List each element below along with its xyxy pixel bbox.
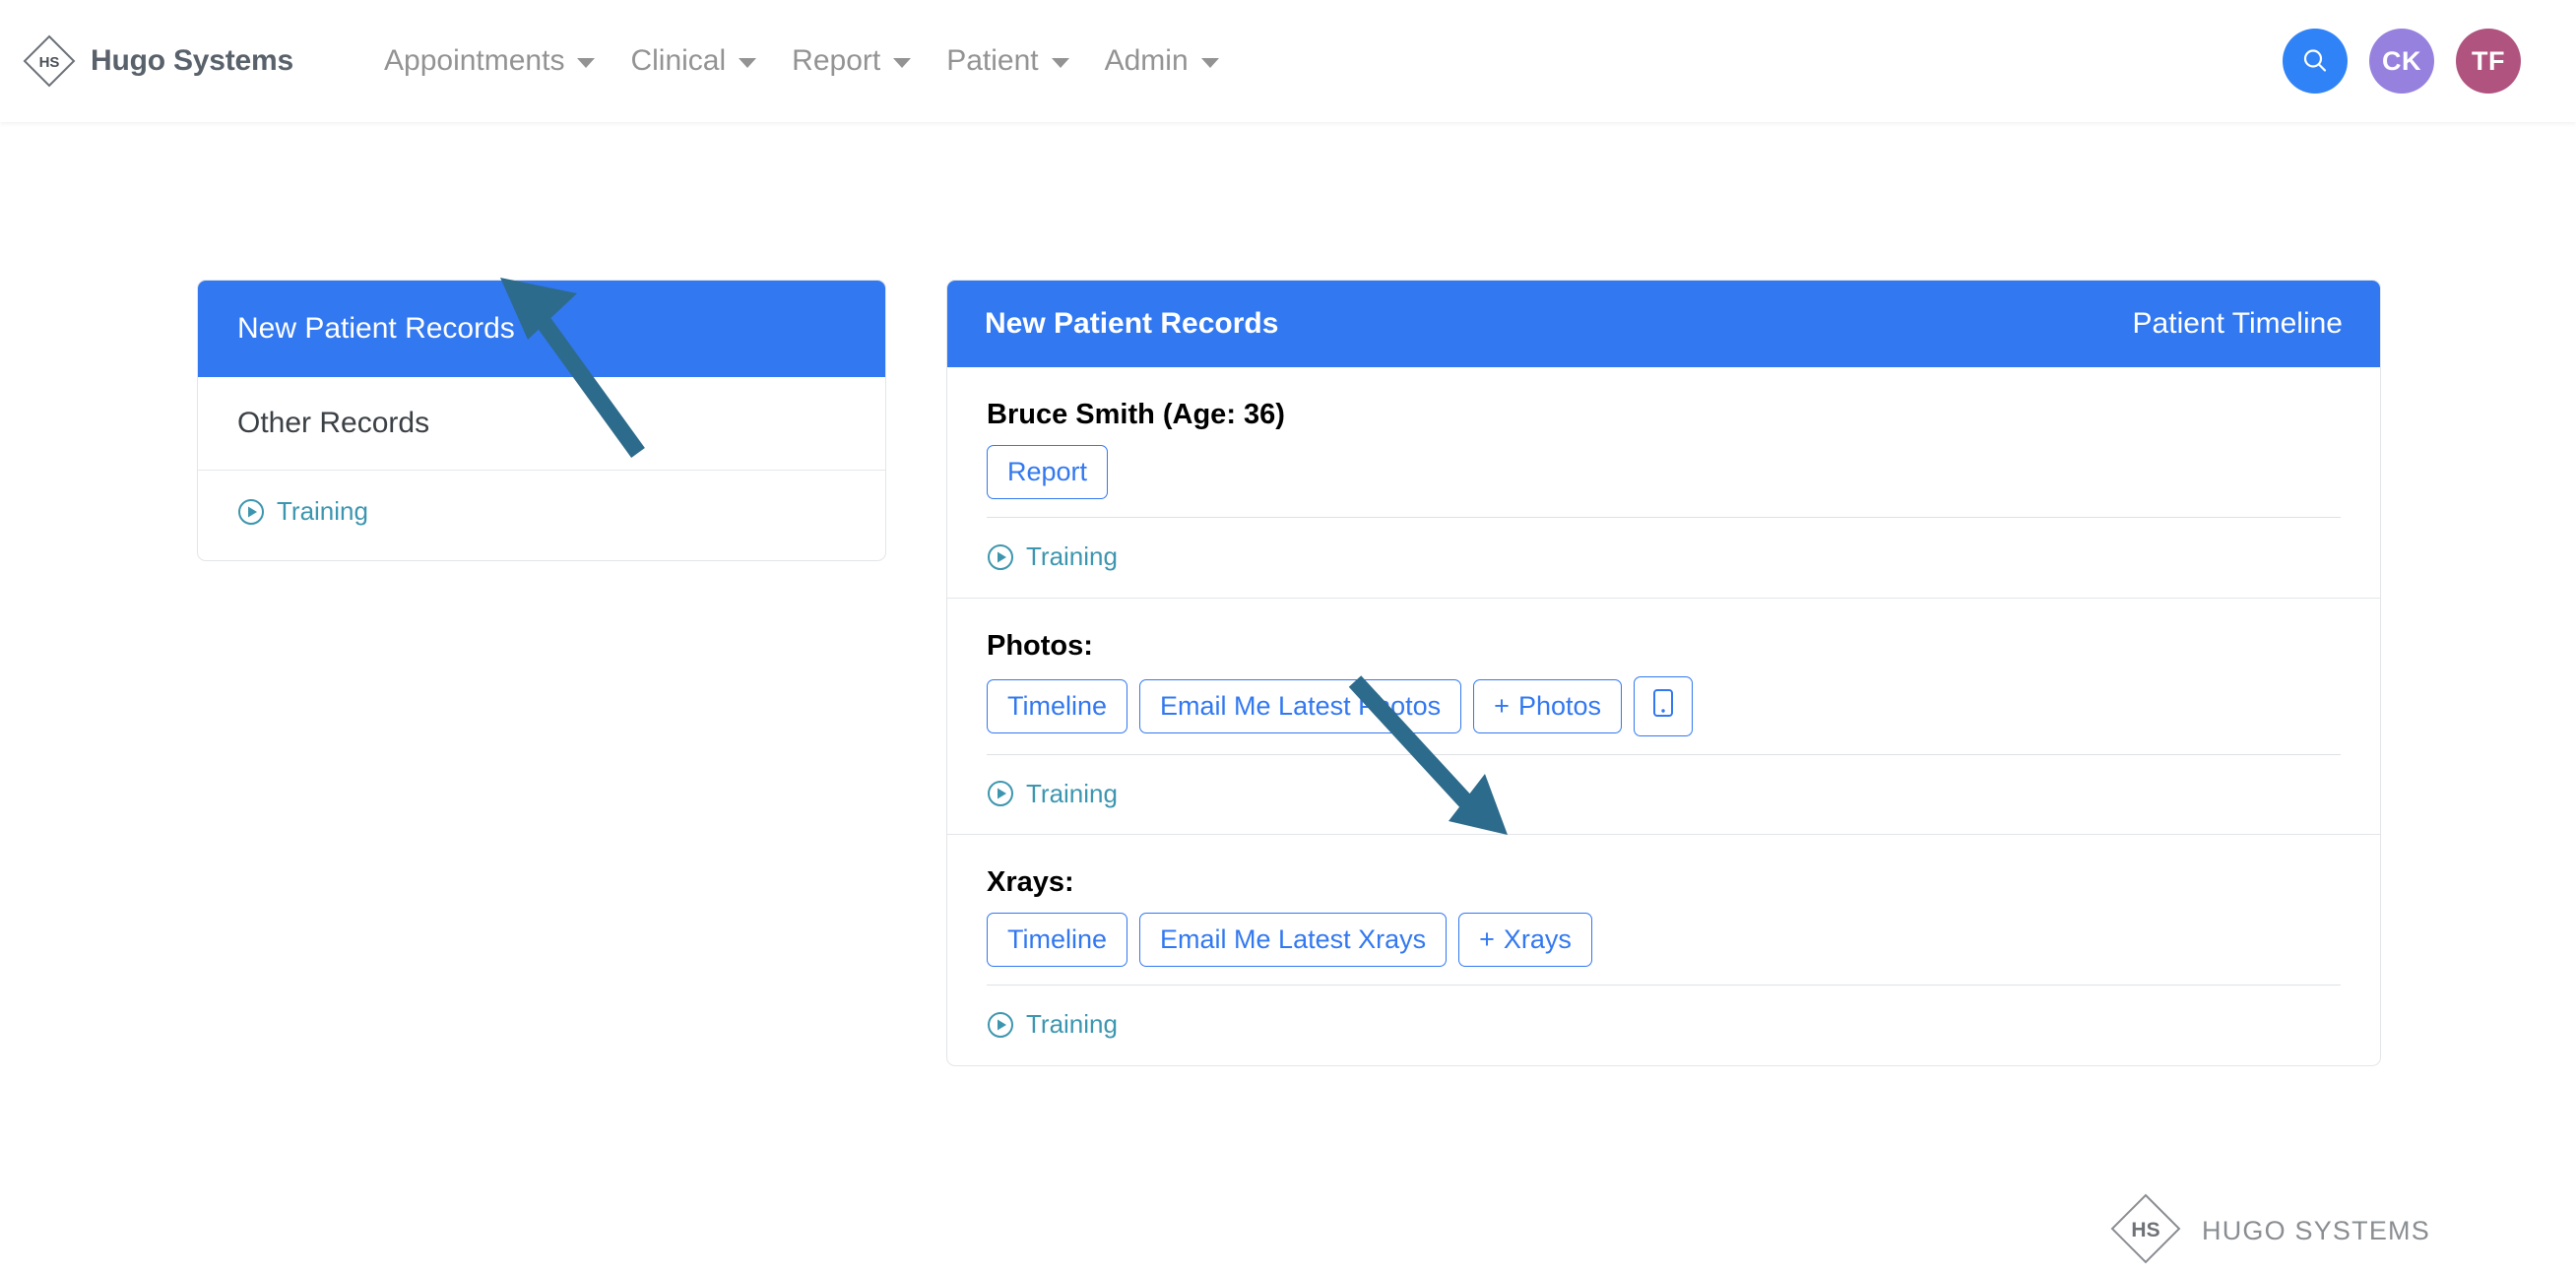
top-navbar: HS Hugo Systems Appointments Clinical Re… (0, 0, 2576, 122)
footer-logo-name: HUGO SYSTEMS (2202, 1216, 2430, 1246)
play-circle-icon (987, 543, 1014, 571)
navbar-right-actions: CK TF (2283, 29, 2546, 94)
report-button[interactable]: Report (987, 445, 1108, 499)
mobile-upload-photos-button[interactable] (1634, 676, 1693, 736)
nav-item-report[interactable]: Report (774, 34, 929, 88)
training-label: Training (1026, 541, 1118, 572)
play-circle-icon (987, 780, 1014, 807)
xrays-actions: Timeline Email Me Latest Xrays + Xrays (987, 913, 2341, 986)
sidebar-item-other-records[interactable]: Other Records (198, 377, 885, 470)
panel-header: New Patient Records Patient Timeline (947, 281, 2380, 367)
patient-timeline-link[interactable]: Patient Timeline (2133, 307, 2343, 341)
nav-item-admin[interactable]: Admin (1087, 34, 1237, 88)
chevron-down-icon (1201, 58, 1219, 68)
plus-icon: + (1494, 691, 1510, 721)
panel-title: New Patient Records (985, 307, 1278, 341)
search-icon (2299, 45, 2331, 77)
nav-item-patient[interactable]: Patient (929, 34, 1086, 88)
training-label: Training (277, 496, 368, 527)
email-me-latest-xrays-button[interactable]: Email Me Latest Xrays (1139, 913, 1447, 967)
sidebar-training-row: Training (198, 471, 885, 560)
records-nav-card-title: New Patient Records (237, 312, 515, 346)
svg-text:HS: HS (2131, 1219, 2159, 1241)
add-photos-label: Photos (1518, 691, 1601, 721)
nav-item-appointments[interactable]: Appointments (366, 34, 612, 88)
photos-timeline-button[interactable]: Timeline (987, 679, 1127, 733)
chevron-down-icon (1052, 58, 1069, 68)
training-label: Training (1026, 779, 1118, 809)
nav-item-label: Admin (1105, 44, 1189, 78)
chevron-down-icon (893, 58, 911, 68)
mobile-phone-icon (1651, 688, 1675, 725)
brand-logo-link[interactable]: HS Hugo Systems (22, 33, 293, 89)
chevron-down-icon (739, 58, 756, 68)
avatar-ck[interactable]: CK (2369, 29, 2434, 94)
add-photos-button[interactable]: + Photos (1473, 679, 1622, 733)
nav-item-label: Patient (946, 44, 1038, 78)
chevron-down-icon (577, 58, 595, 68)
play-circle-icon (237, 498, 265, 526)
footer-logo: HS HUGO SYSTEMS (2107, 1190, 2430, 1272)
diamond-hs-icon: HS (2107, 1190, 2184, 1272)
diamond-hs-icon: HS (22, 33, 77, 89)
records-nav-card-header[interactable]: New Patient Records (198, 281, 885, 377)
brand-name: Hugo Systems (91, 44, 293, 78)
records-nav-card: New Patient Records Other Records Traini… (197, 280, 886, 561)
xrays-timeline-button[interactable]: Timeline (987, 913, 1127, 967)
xrays-section: Xrays: Timeline Email Me Latest Xrays + X… (947, 834, 2380, 1065)
photos-section: Photos: Timeline Email Me Latest Photos … (947, 598, 2380, 835)
plus-icon: + (1479, 924, 1495, 954)
svg-text:HS: HS (39, 54, 60, 71)
training-link[interactable]: Training (987, 541, 1118, 572)
email-me-latest-photos-button[interactable]: Email Me Latest Photos (1139, 679, 1461, 733)
nav-item-clinical[interactable]: Clinical (612, 34, 774, 88)
avatar-tf[interactable]: TF (2456, 29, 2521, 94)
avatar-initials: CK (2382, 46, 2421, 77)
search-button[interactable] (2283, 29, 2348, 94)
training-label: Training (1026, 1009, 1118, 1040)
training-link[interactable]: Training (987, 1009, 1118, 1040)
training-link[interactable]: Training (987, 779, 1118, 809)
patient-name-age: Bruce Smith (Age: 36) (987, 399, 2341, 431)
training-link[interactable]: Training (237, 496, 368, 527)
xrays-section-title: Xrays: (987, 866, 2341, 899)
avatar-initials: TF (2472, 46, 2505, 77)
patient-section: Bruce Smith (Age: 36) Report Training (947, 367, 2380, 598)
nav-item-label: Report (792, 44, 880, 78)
add-xrays-button[interactable]: + Xrays (1458, 913, 1592, 967)
page-body: New Patient Records Other Records Traini… (0, 122, 2576, 1191)
add-xrays-label: Xrays (1504, 924, 1572, 954)
photos-actions: Timeline Email Me Latest Photos + Photos (987, 676, 2341, 755)
nav-item-label: Clinical (630, 44, 726, 78)
photos-section-title: Photos: (987, 630, 2341, 663)
play-circle-icon (987, 1011, 1014, 1039)
sidebar-item-label: Other Records (237, 407, 429, 439)
patient-actions: Report (987, 445, 2341, 518)
new-patient-records-panel: New Patient Records Patient Timeline Bru… (946, 280, 2381, 1066)
nav-item-label: Appointments (384, 44, 564, 78)
main-menu: Appointments Clinical Report Patient Adm… (366, 34, 1237, 88)
